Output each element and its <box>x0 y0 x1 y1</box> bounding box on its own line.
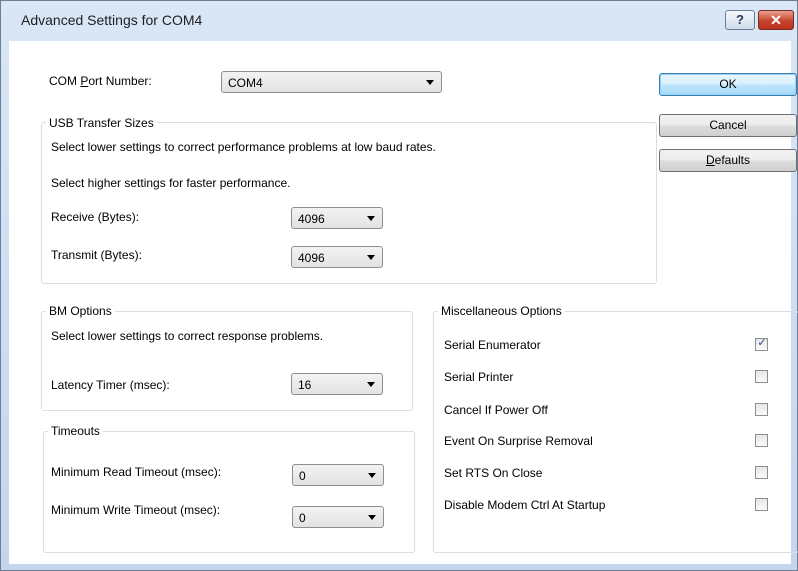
transmit-value: 4096 <box>298 251 325 265</box>
latency-timer-select[interactable]: 16 <box>291 373 383 395</box>
transmit-select[interactable]: 4096 <box>291 246 383 268</box>
chevron-down-icon <box>367 382 375 387</box>
disable-modem-ctrl-label: Disable Modem Ctrl At Startup <box>444 498 606 512</box>
chevron-down-icon <box>368 473 376 478</box>
chevron-down-icon <box>367 255 375 260</box>
chevron-down-icon <box>367 216 375 221</box>
serial-enumerator-label: Serial Enumerator <box>444 338 541 352</box>
set-rts-on-close-checkbox[interactable] <box>755 466 768 479</box>
bm-options-title: BM Options <box>46 304 115 318</box>
cancel-if-power-off-checkbox[interactable] <box>755 403 768 416</box>
min-write-timeout-select[interactable]: 0 <box>292 506 384 528</box>
help-button[interactable]: ? <box>725 10 755 30</box>
receive-label: Receive (Bytes): <box>51 210 140 224</box>
cancel-if-power-off-label: Cancel If Power Off <box>444 403 548 417</box>
window-title: Advanced Settings for COM4 <box>21 12 203 28</box>
latency-timer-value: 16 <box>298 378 312 392</box>
timeouts-title: Timeouts <box>48 424 103 438</box>
com-port-label: COM Port Number: <box>49 74 152 88</box>
min-read-timeout-label: Minimum Read Timeout (msec): <box>51 465 222 479</box>
title-bar[interactable]: Advanced Settings for COM4 ? ✕ <box>1 1 798 41</box>
latency-timer-label: Latency Timer (msec): <box>51 378 170 392</box>
bm-options-group <box>41 311 413 411</box>
com-port-value: COM4 <box>228 76 263 90</box>
cancel-button[interactable]: Cancel <box>659 114 797 137</box>
chevron-down-icon <box>426 80 434 85</box>
set-rts-on-close-label: Set RTS On Close <box>444 466 543 480</box>
usb-desc-higher: Select higher settings for faster perfor… <box>51 176 291 190</box>
serial-printer-checkbox[interactable] <box>755 370 768 383</box>
receive-value: 4096 <box>298 212 325 226</box>
chevron-down-icon <box>368 515 376 520</box>
transmit-label: Transmit (Bytes): <box>51 248 142 262</box>
serial-printer-label: Serial Printer <box>444 370 514 384</box>
min-read-timeout-value: 0 <box>299 469 306 483</box>
close-button[interactable]: ✕ <box>758 10 794 30</box>
event-on-surprise-removal-label: Event On Surprise Removal <box>444 434 593 448</box>
serial-enumerator-checkbox[interactable]: ✓ <box>755 337 768 351</box>
dialog-client-area: COM Port Number: COM4 OK Cancel Defaults… <box>9 41 798 564</box>
usb-desc-lower: Select lower settings to correct perform… <box>51 140 436 154</box>
defaults-button[interactable]: Defaults <box>659 149 797 172</box>
timeouts-group <box>43 431 415 553</box>
min-write-timeout-label: Minimum Write Timeout (msec): <box>51 503 221 517</box>
checkmark-icon: ✓ <box>757 337 767 349</box>
usb-transfer-sizes-title: USB Transfer Sizes <box>46 116 157 130</box>
com-port-select[interactable]: COM4 <box>221 71 442 93</box>
min-write-timeout-value: 0 <box>299 511 306 525</box>
dialog-window: Advanced Settings for COM4 ? ✕ COM Port … <box>0 0 798 571</box>
bm-desc: Select lower settings to correct respons… <box>51 329 324 343</box>
event-on-surprise-removal-checkbox[interactable] <box>755 434 768 447</box>
ok-button[interactable]: OK <box>659 73 797 96</box>
min-read-timeout-select[interactable]: 0 <box>292 464 384 486</box>
disable-modem-ctrl-checkbox[interactable] <box>755 498 768 511</box>
receive-select[interactable]: 4096 <box>291 207 383 229</box>
misc-options-title: Miscellaneous Options <box>438 304 565 318</box>
